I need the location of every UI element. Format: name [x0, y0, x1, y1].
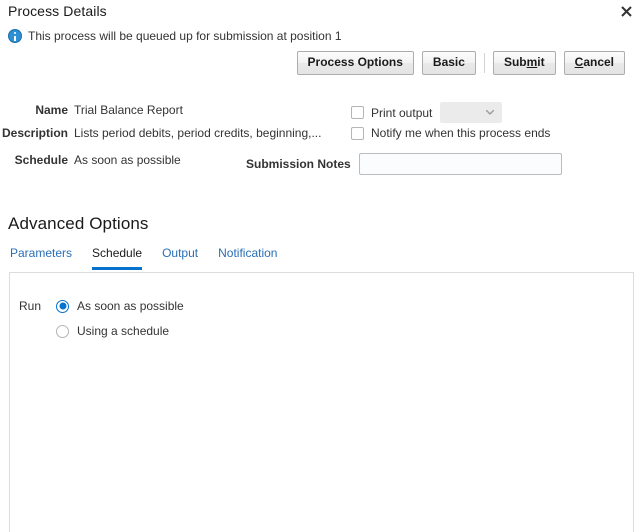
- field-description: Description Lists period debits, period …: [0, 126, 322, 140]
- info-icon: [8, 29, 22, 43]
- cancel-label-post: ancel: [583, 55, 614, 69]
- submit-label-post: it: [537, 55, 545, 69]
- basic-button[interactable]: Basic: [421, 51, 476, 75]
- radio-label-using-a-schedule[interactable]: Using a schedule: [77, 324, 169, 338]
- submit-label-pre: Sub: [503, 55, 527, 69]
- page-title: Process Details: [8, 3, 107, 19]
- print-output-checkbox[interactable]: [351, 106, 364, 119]
- tab-notification[interactable]: Notification: [218, 246, 277, 270]
- close-icon[interactable]: [617, 2, 635, 20]
- notify-row: Notify me when this process ends: [351, 126, 550, 140]
- submit-button[interactable]: Submit: [492, 51, 556, 75]
- chevron-down-icon: [486, 110, 495, 115]
- submission-notes-label: Submission Notes: [246, 157, 351, 171]
- printer-select[interactable]: [440, 102, 503, 123]
- run-label: Run: [19, 299, 42, 313]
- cancel-button[interactable]: Cancel: [563, 51, 625, 75]
- run-option-asap[interactable]: Run As soon as possible: [19, 299, 184, 313]
- tab-schedule[interactable]: Schedule: [92, 246, 143, 270]
- info-message-text: This process will be queued up for submi…: [28, 29, 342, 43]
- schedule-label: Schedule: [14, 153, 68, 167]
- schedule-tab-panel: Run As soon as possible Using a schedule: [9, 272, 634, 532]
- notify-label: Notify me when this process ends: [371, 126, 551, 140]
- info-message: This process will be queued up for submi…: [8, 29, 342, 43]
- button-separator: [483, 53, 485, 73]
- field-name: Name Trial Balance Report: [0, 103, 183, 117]
- run-radio-group: Run As soon as possible Using a schedule: [19, 299, 184, 349]
- notify-checkbox[interactable]: [351, 126, 364, 140]
- description-value: Lists period debits, period credits, beg…: [74, 126, 322, 140]
- process-summary-form: Name Trial Balance Report Description Li…: [0, 98, 642, 186]
- name-value: Trial Balance Report: [74, 103, 183, 117]
- advanced-options-heading: Advanced Options: [8, 214, 149, 233]
- process-options-button[interactable]: Process Options: [296, 51, 414, 75]
- print-output-row: Print output: [351, 102, 503, 123]
- cancel-accesskey: C: [574, 55, 584, 69]
- radio-label-as-soon-as-possible[interactable]: As soon as possible: [77, 299, 184, 313]
- submission-notes-input[interactable]: [358, 153, 562, 175]
- dialog-header: Process Details: [0, 0, 642, 26]
- tab-parameters[interactable]: Parameters: [10, 246, 72, 270]
- radio-as-soon-as-possible[interactable]: [56, 299, 69, 313]
- print-output-label: Print output: [371, 105, 433, 120]
- run-option-schedule[interactable]: Using a schedule: [19, 324, 184, 338]
- submit-accesskey: m: [526, 55, 538, 69]
- advanced-options-tabs: Parameters Schedule Output Notification: [10, 246, 297, 270]
- radio-using-a-schedule[interactable]: [56, 324, 69, 338]
- submission-notes-row: Submission Notes: [246, 153, 562, 175]
- tab-output[interactable]: Output: [162, 246, 198, 270]
- field-schedule: Schedule As soon as possible: [0, 153, 181, 167]
- description-label: Description: [1, 126, 68, 140]
- schedule-value: As soon as possible: [74, 153, 181, 167]
- name-label: Name: [35, 103, 68, 117]
- dialog-action-buttons: Process Options Basic Submit Cancel: [296, 51, 625, 75]
